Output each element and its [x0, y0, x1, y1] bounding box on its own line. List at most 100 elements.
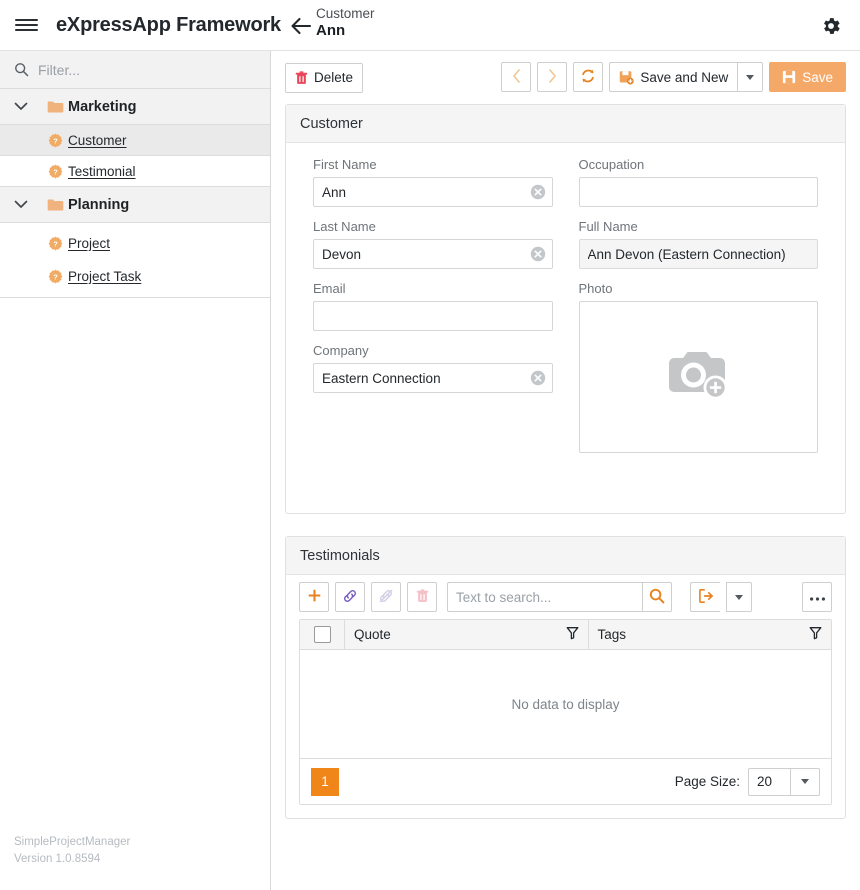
- sidebar-group-label: Marketing: [68, 98, 137, 115]
- new-testimonial-button[interactable]: [299, 582, 329, 612]
- divider: [0, 297, 270, 298]
- application-window: eXpressApp Framework Customer Ann Filter…: [0, 0, 860, 890]
- grid-column-label: Quote: [354, 627, 391, 642]
- search-icon: [649, 588, 665, 607]
- record-toolbar: Delete Save and New Save: [271, 51, 860, 104]
- sidebar-item-project-task[interactable]: ? Project Task: [0, 261, 270, 291]
- page-size-dropdown-button[interactable]: [790, 767, 820, 796]
- save-button[interactable]: Save: [769, 62, 846, 92]
- search-icon: [10, 62, 32, 77]
- full-name-field: Full Name: [578, 219, 818, 269]
- breadcrumb-record: Ann: [316, 22, 346, 40]
- filter-icon[interactable]: [809, 626, 822, 643]
- clear-icon[interactable]: [530, 246, 546, 262]
- photo-upload-area[interactable]: [578, 301, 818, 453]
- save-and-new-button[interactable]: Save and New: [609, 62, 738, 92]
- testimonials-grid: Quote Tags No data to display 1 Page Siz…: [299, 619, 832, 805]
- back-arrow-icon[interactable]: [288, 13, 314, 39]
- filter-input[interactable]: [32, 60, 260, 79]
- search-button[interactable]: [642, 582, 672, 612]
- floppy-disk-icon: [782, 70, 796, 84]
- full-name-input: [578, 239, 818, 269]
- grid-column-label: Tags: [597, 627, 627, 642]
- testimonials-card-title: Testimonials: [286, 537, 845, 575]
- search-input[interactable]: [447, 582, 642, 612]
- refresh-icon: [580, 68, 596, 87]
- occupation-label: Occupation: [578, 157, 645, 172]
- save-new-icon: [619, 70, 635, 85]
- select-all-checkbox[interactable]: [313, 626, 331, 643]
- breadcrumb-type: Customer: [316, 6, 375, 21]
- sidebar-item-project[interactable]: ? Project: [0, 228, 270, 258]
- top-bar: eXpressApp Framework Customer Ann: [0, 0, 860, 51]
- link-testimonial-button[interactable]: [335, 582, 365, 612]
- customer-card: Customer First Name Ann Last Name Devon …: [285, 104, 846, 514]
- form-column-right: Occupation Full Name Pho: [566, 157, 832, 497]
- export-button[interactable]: [690, 582, 720, 612]
- trash-icon: [295, 70, 308, 85]
- link-icon: [342, 588, 358, 607]
- clear-icon[interactable]: [530, 184, 546, 200]
- photo-label: Photo: [578, 281, 613, 296]
- previous-record-button[interactable]: [501, 62, 532, 92]
- grid-column-tags[interactable]: Tags: [589, 620, 832, 649]
- company-field: Company: [313, 343, 553, 393]
- hamburger-menu-icon[interactable]: [0, 0, 52, 51]
- grid-column-quote[interactable]: Quote: [345, 620, 589, 649]
- sidebar-item-label: Testimonial: [68, 163, 136, 179]
- delete-testimonial-button[interactable]: [407, 582, 437, 612]
- app-title: eXpressApp Framework: [56, 13, 281, 36]
- entity-icon: ?: [42, 133, 68, 148]
- page-size-value[interactable]: 20: [748, 767, 790, 796]
- camera-add-icon: [662, 346, 734, 409]
- page-button-1[interactable]: 1: [311, 767, 339, 796]
- plus-icon: [307, 588, 322, 606]
- save-and-new-label: Save and New: [640, 69, 729, 85]
- occupation-input[interactable]: [578, 177, 818, 207]
- email-field: Email: [313, 281, 553, 331]
- full-name-label: Full Name: [578, 219, 638, 234]
- export-dropdown-button[interactable]: [726, 582, 752, 612]
- column-spacer: [313, 405, 553, 497]
- delete-button[interactable]: Delete: [285, 62, 364, 93]
- entity-icon: ?: [42, 164, 68, 179]
- svg-text:?: ?: [53, 272, 58, 281]
- delete-button-label: Delete: [314, 70, 354, 85]
- trash-icon: [416, 588, 429, 606]
- sidebar-group-planning[interactable]: Planning: [0, 187, 270, 223]
- sidebar: Marketing ? Customer ? Testimonial: [0, 51, 271, 890]
- customer-card-title: Customer: [286, 105, 845, 143]
- first-name-input[interactable]: [313, 177, 553, 207]
- grid-empty-message: No data to display: [300, 650, 831, 758]
- chevron-down-icon: [0, 102, 42, 111]
- svg-text:?: ?: [53, 167, 58, 176]
- refresh-button[interactable]: [573, 62, 604, 92]
- next-record-button[interactable]: [537, 62, 568, 92]
- occupation-field: Occupation: [578, 157, 818, 207]
- form-column-left: First Name Ann Last Name Devon Email Com…: [300, 157, 566, 497]
- save-and-new-dropdown-button[interactable]: [737, 62, 764, 92]
- folder-icon: [42, 198, 68, 212]
- clear-icon[interactable]: [530, 370, 546, 386]
- product-name: SimpleProjectManager: [14, 835, 131, 848]
- more-actions-button[interactable]: [802, 582, 832, 612]
- gear-icon[interactable]: [817, 12, 844, 39]
- sidebar-filter-row: [0, 51, 270, 89]
- export-icon: [698, 588, 714, 607]
- company-input[interactable]: [313, 363, 553, 393]
- sidebar-item-customer[interactable]: ? Customer: [0, 125, 270, 155]
- sidebar-item-label: Project Task: [68, 268, 142, 284]
- entity-icon: ?: [42, 236, 68, 251]
- chevron-down-icon: [801, 779, 809, 784]
- sidebar-group-marketing[interactable]: Marketing: [0, 89, 270, 125]
- last-name-input[interactable]: [313, 239, 553, 269]
- filter-icon[interactable]: [566, 626, 579, 643]
- email-input[interactable]: [313, 301, 553, 331]
- sidebar-item-testimonial[interactable]: ? Testimonial: [0, 156, 270, 186]
- version-number: Version 1.0.8594: [14, 852, 101, 865]
- save-button-label: Save: [802, 69, 833, 85]
- customer-form: First Name Ann Last Name Devon Email Com…: [300, 157, 831, 497]
- select-all-cell: [300, 620, 345, 649]
- toolbar-right-group: Save and New Save: [501, 62, 846, 92]
- unlink-testimonial-button[interactable]: [371, 582, 401, 612]
